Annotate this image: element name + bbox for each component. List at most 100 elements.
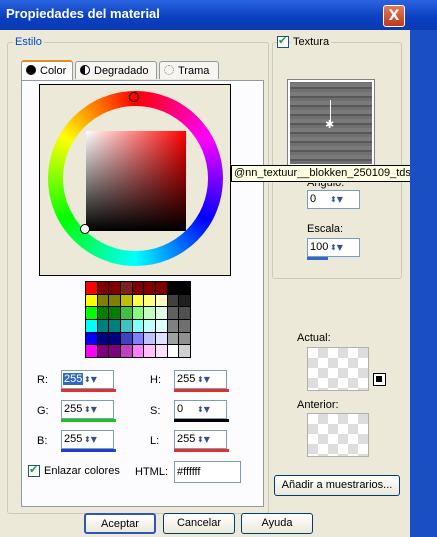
textura-label[interactable]: Textura	[291, 36, 332, 48]
b-spin-arrows[interactable]: ⬍▼	[84, 432, 112, 447]
color-swatch[interactable]	[167, 345, 179, 357]
anterior-swatch-preview[interactable]	[307, 413, 369, 457]
g-value[interactable]: 255	[64, 403, 82, 415]
color-swatch[interactable]	[179, 332, 190, 345]
b-value[interactable]: 255	[64, 433, 82, 445]
spin-up-down-icon[interactable]: ⬍	[197, 435, 204, 444]
help-button[interactable]: Ayuda	[241, 513, 313, 534]
color-swatch[interactable]	[167, 307, 179, 319]
link-colors-label[interactable]: Enlazar colores	[44, 465, 120, 477]
color-swatch[interactable]	[179, 282, 190, 294]
color-swatch[interactable]	[179, 319, 190, 332]
l-value[interactable]: 255	[177, 433, 195, 445]
textura-checkbox[interactable]	[277, 34, 289, 48]
color-swatch[interactable]	[167, 294, 179, 307]
dropdown-arrow-icon[interactable]: ▼	[337, 243, 343, 252]
color-swatch[interactable]	[97, 319, 109, 332]
tab-degradado[interactable]: Degradado	[75, 61, 157, 79]
color-marker[interactable]	[80, 224, 90, 234]
tab-trama[interactable]: Trama	[159, 61, 219, 79]
dropdown-arrow-icon[interactable]: ▼	[204, 435, 210, 444]
dropdown-arrow-icon[interactable]: ▼	[91, 405, 97, 414]
hue-marker[interactable]	[129, 92, 139, 102]
dropdown-arrow-icon[interactable]: ▼	[91, 435, 97, 444]
color-swatch[interactable]	[86, 319, 97, 332]
color-swatch[interactable]	[156, 282, 167, 294]
color-swatch[interactable]	[167, 319, 179, 332]
spin-up-down-icon[interactable]: ⬍	[197, 405, 204, 414]
color-swatch[interactable]	[121, 294, 132, 307]
color-swatches[interactable]	[85, 281, 191, 358]
color-swatch[interactable]	[86, 332, 97, 345]
actual-swatch-preview[interactable]	[307, 347, 369, 391]
s-field[interactable]: 0 ⬍▼	[174, 400, 227, 419]
color-swatch[interactable]	[144, 294, 155, 307]
color-swatch[interactable]	[86, 282, 97, 294]
color-swatch[interactable]	[179, 294, 190, 307]
escala-spin-arrows[interactable]: ⬍▼	[330, 240, 358, 255]
spin-up-down-icon[interactable]: ⬍	[330, 195, 337, 204]
swap-icon[interactable]	[373, 373, 386, 386]
color-swatch[interactable]	[109, 345, 120, 357]
spin-up-down-icon[interactable]: ⬍	[84, 435, 91, 444]
l-field[interactable]: 255 ⬍▼	[174, 430, 227, 449]
color-swatch[interactable]	[167, 332, 179, 345]
color-swatch[interactable]	[121, 345, 132, 357]
s-spin-arrows[interactable]: ⬍▼	[197, 402, 225, 417]
b-field[interactable]: 255 ⬍▼	[61, 430, 114, 449]
color-swatch[interactable]	[144, 282, 155, 294]
color-swatch[interactable]	[97, 345, 109, 357]
color-swatch[interactable]	[109, 319, 120, 332]
cancel-button[interactable]: Cancelar	[163, 513, 235, 534]
color-swatch[interactable]	[156, 294, 167, 307]
color-swatch[interactable]	[144, 319, 155, 332]
h-value[interactable]: 255	[177, 373, 195, 385]
add-to-swatches-button[interactable]: Añadir a muestrarios...	[274, 475, 400, 496]
link-colors-checkbox[interactable]	[28, 463, 40, 477]
r-field[interactable]: 255 ⬍▼	[61, 370, 114, 389]
ok-button[interactable]: Aceptar	[84, 513, 156, 534]
g-field[interactable]: 255 ⬍▼	[61, 400, 114, 419]
color-swatch[interactable]	[86, 345, 97, 357]
spin-up-down-icon[interactable]: ⬍	[84, 405, 91, 414]
r-value[interactable]: 255	[63, 373, 84, 385]
color-swatch[interactable]	[132, 345, 144, 357]
h-spin-arrows[interactable]: ⬍▼	[197, 372, 225, 387]
g-spin-arrows[interactable]: ⬍▼	[84, 402, 112, 417]
angulo-value[interactable]: 0	[310, 193, 316, 205]
title-bar[interactable]: Propiedades del material X	[0, 0, 437, 30]
angulo-field[interactable]: 0 ⬍▼	[307, 190, 360, 209]
color-swatch[interactable]	[121, 332, 132, 345]
color-swatch[interactable]	[97, 332, 109, 345]
dropdown-arrow-icon[interactable]: ▼	[337, 195, 343, 204]
color-swatch[interactable]	[179, 345, 190, 357]
color-swatch[interactable]	[156, 319, 167, 332]
dropdown-arrow-icon[interactable]: ▼	[204, 405, 210, 414]
close-button[interactable]: X	[383, 5, 405, 27]
color-swatch[interactable]	[132, 294, 144, 307]
color-swatch[interactable]	[86, 294, 97, 307]
spin-up-down-icon[interactable]: ⬍	[84, 375, 91, 384]
escala-value[interactable]: 100	[310, 241, 328, 253]
color-swatch[interactable]	[97, 294, 109, 307]
color-swatch[interactable]	[109, 307, 120, 319]
dropdown-arrow-icon[interactable]: ▼	[91, 375, 97, 384]
color-swatch[interactable]	[121, 319, 132, 332]
color-swatch[interactable]	[97, 282, 109, 294]
l-spin-arrows[interactable]: ⬍▼	[197, 432, 225, 447]
color-swatch[interactable]	[144, 345, 155, 357]
spin-up-down-icon[interactable]: ⬍	[330, 243, 337, 252]
color-swatch[interactable]	[156, 345, 167, 357]
color-swatch[interactable]	[86, 307, 97, 319]
color-swatch[interactable]	[132, 319, 144, 332]
color-swatch[interactable]	[97, 307, 109, 319]
html-color-input[interactable]: #ffffff	[174, 461, 241, 483]
r-spin-arrows[interactable]: ⬍▼	[84, 372, 112, 387]
s-value[interactable]: 0	[177, 403, 183, 415]
escala-field[interactable]: 100 ⬍▼	[307, 238, 360, 257]
saturation-lightness-square[interactable]	[86, 131, 186, 231]
color-swatch[interactable]	[156, 307, 167, 319]
color-swatch[interactable]	[132, 282, 144, 294]
h-field[interactable]: 255 ⬍▼	[174, 370, 227, 389]
color-swatch[interactable]	[109, 282, 120, 294]
